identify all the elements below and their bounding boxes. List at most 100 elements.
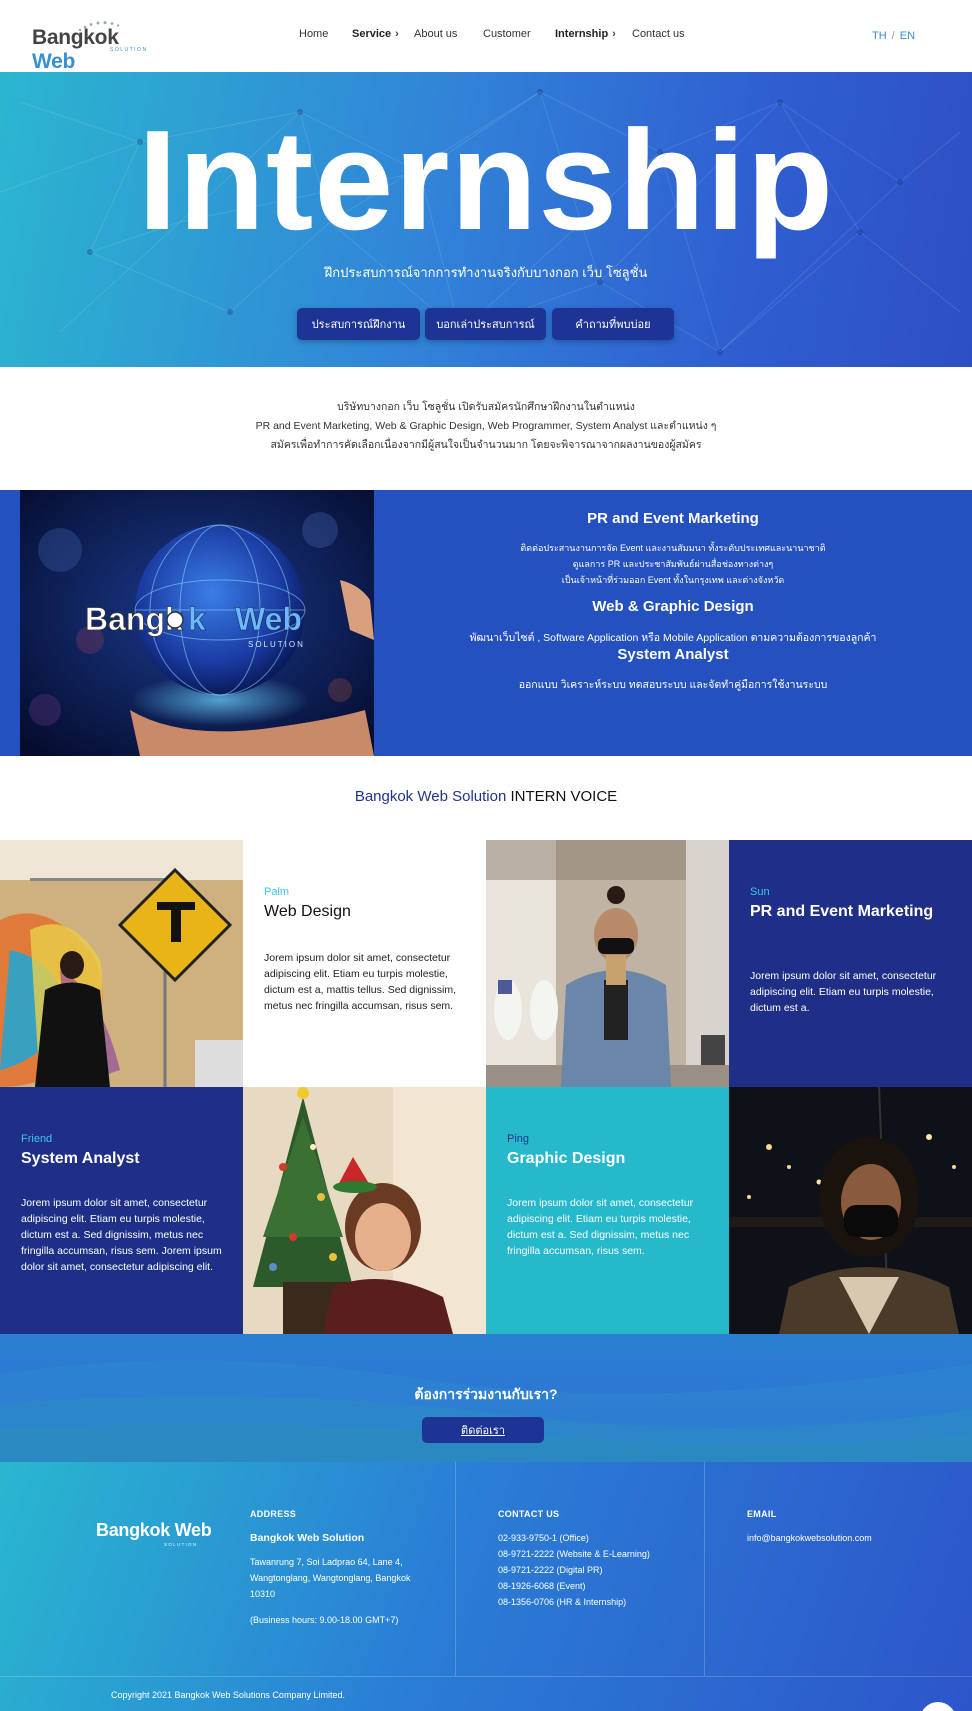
intro-text: บริษัทบางกอก เว็บ โซลูชั่น เปิดรับสมัครน… — [0, 398, 972, 455]
svg-text:SOLUTION: SOLUTION — [248, 640, 305, 649]
logo-web-text: Web — [32, 50, 76, 73]
positions-section: Bangk k Web SOLUTION PR and Event Market… — [0, 490, 972, 756]
footer-logo[interactable]: Bangkok Web SOLUTION — [96, 1520, 212, 1547]
chat-bubble-icon[interactable] — [920, 1702, 956, 1711]
intern-photo-friend — [243, 1087, 486, 1334]
position-title-pr: PR and Event Marketing — [587, 510, 759, 527]
logo-subtext: SOLUTION — [110, 47, 148, 53]
chevron-right-icon: › — [612, 28, 616, 40]
site-footer: Bangkok Web SOLUTION ADDRESS Bangkok Web… — [0, 1462, 972, 1711]
intern-quote: Jorem ipsum dolor sit amet, consectetur … — [750, 970, 937, 1014]
position-desc-pr: ติดต่อประสานงานการจัด Event และงานสัมมนา… — [374, 540, 972, 588]
phone-link[interactable]: 02-933-9750-1 (Office) — [498, 1530, 650, 1546]
intro-line: บริษัทบางกอก เว็บ โซลูชั่น เปิดรับสมัครน… — [337, 401, 635, 413]
intern-card-ping: Ping Graphic Design Jorem ipsum dolor si… — [486, 1087, 729, 1334]
email-link[interactable]: info@bangkokwebsolution.com — [747, 1530, 872, 1546]
phone-link[interactable]: 08-1356-0706 (HR & Internship) — [498, 1594, 650, 1610]
nav-label: Internship — [555, 28, 609, 40]
svg-text:k: k — [188, 601, 206, 637]
nav-label: Contact us — [632, 28, 685, 40]
email-heading: EMAIL — [747, 1509, 777, 1519]
intern-voice-title: Bangkok Web Solution INTERN VOICE — [0, 788, 972, 805]
intern-name: Sun — [750, 886, 770, 898]
nav-home[interactable]: Home — [299, 28, 328, 40]
voice-title-brand: Bangkok Web Solution — [354, 788, 507, 805]
intern-role: Web Design — [264, 903, 351, 920]
intern-photo-ping — [729, 1087, 972, 1334]
hero-banner: Internship ฝึกประสบการณ์จากการทำงานจริงก… — [0, 72, 972, 367]
intern-card-palm: Palm Web Design Jorem ipsum dolor sit am… — [243, 840, 486, 1087]
position-desc-sa: ออกแบบ วิเคราะห์ระบบ ทดสอบระบบ และจัดทำค… — [518, 679, 828, 691]
position-line: เป็นเจ้าหน้าที่ร่วมออก Event ทั้งในกรุงเ… — [561, 575, 785, 585]
phone-link[interactable]: 08-9721-2222 (Website & E-Learning) — [498, 1546, 650, 1562]
phone-link[interactable]: 08-1926-6068 (Event) — [498, 1578, 650, 1594]
footer-divider — [455, 1462, 456, 1676]
intern-quote: Jorem ipsum dolor sit amet, consectetur … — [264, 952, 456, 1012]
intern-card-sun: Sun PR and Event Marketing Jorem ipsum d… — [729, 840, 972, 1087]
intern-quote: Jorem ipsum dolor sit amet, consectetur … — [507, 1197, 694, 1257]
intern-role: System Analyst — [21, 1150, 140, 1167]
testimonial-button[interactable]: บอกเล่าประสบการณ์ — [425, 308, 546, 340]
language-switcher: TH / EN — [872, 30, 915, 42]
footer-email: EMAIL info@bangkokwebsolution.com — [747, 1506, 872, 1546]
address-line: 10310 — [250, 1589, 276, 1599]
copyright-text: Copyright 2021 Bangkok Web Solutions Com… — [111, 1690, 345, 1700]
intern-role: Graphic Design — [507, 1150, 626, 1167]
nav-label: About us — [414, 28, 458, 40]
svg-text:Web: Web — [235, 601, 302, 637]
globe-hand-image: Bangk k Web SOLUTION — [20, 490, 374, 756]
footer-divider — [704, 1462, 705, 1676]
lang-separator: / — [891, 30, 895, 42]
logo-main-text: Bangkok — [96, 1520, 170, 1540]
experience-button[interactable]: ประสบการณ์ฝึกงาน — [297, 308, 420, 340]
intro-line: สมัครเพื่อทำการคัดเลือกเนื่องจากมีผู้สนใ… — [270, 439, 702, 451]
top-navbar: Bangkok Web SOLUTION Home Service › About… — [0, 0, 972, 73]
position-title-web: Web & Graphic Design — [592, 598, 754, 615]
address-line: Wangtonglang, Wangtonglang, Bangkok — [250, 1573, 411, 1583]
intern-role: PR and Event Marketing — [750, 903, 934, 920]
logo-web-text: Web — [174, 1520, 212, 1540]
intern-card-friend: Friend System Analyst Jorem ipsum dolor … — [0, 1087, 243, 1334]
footer-logo-subtext: SOLUTION — [164, 1542, 198, 1547]
position-title-sa: System Analyst — [617, 646, 729, 663]
lang-th[interactable]: TH — [872, 30, 887, 42]
position-line: ติดต่อประสานงานการจัด Event และงานสัมมนา… — [520, 543, 826, 553]
nav-about[interactable]: About us — [414, 28, 457, 40]
position-desc-web: พัฒนาเว็บไซต์ , Software Application หรื… — [469, 632, 877, 644]
contact-us-button[interactable]: ติดต่อเรา — [422, 1417, 544, 1443]
intern-photo-palm — [0, 840, 243, 1087]
hero-subtitle: ฝึกประสบการณ์จากการทำงานจริงกับบางกอก เว… — [324, 265, 648, 280]
phone-link[interactable]: 08-9721-2222 (Digital PR) — [498, 1562, 650, 1578]
position-line: ดูแลการ PR และประชาสัมพันธ์ผ่านสื่อช่องท… — [572, 559, 774, 569]
nav-label: Home — [299, 28, 329, 40]
business-hours: (Business hours: 9.00-18.00 GMT+7) — [250, 1615, 399, 1625]
nav-customer[interactable]: Customer — [483, 28, 531, 40]
footer-divider — [0, 1676, 972, 1677]
address-heading: ADDRESS — [250, 1509, 297, 1519]
hero-title: Internship — [137, 101, 835, 260]
nav-internship[interactable]: Internship › — [555, 28, 616, 40]
faq-button[interactable]: คำถามที่พบบ่อย — [552, 308, 674, 340]
nav-label: Service — [352, 28, 392, 40]
cta-title: ต้องการร่วมงานกับเรา? — [414, 1386, 558, 1402]
intern-quote: Jorem ipsum dolor sit amet, consectetur … — [21, 1197, 222, 1273]
footer-address: ADDRESS Bangkok Web Solution Tawanrung 7… — [250, 1506, 440, 1628]
intern-name: Ping — [507, 1133, 530, 1145]
contact-heading: CONTACT US — [498, 1509, 560, 1519]
intern-name: Friend — [21, 1133, 53, 1145]
intern-photo-sun — [486, 840, 729, 1087]
nav-service[interactable]: Service › — [352, 28, 399, 40]
logo-main-text: Bangkok — [32, 26, 119, 49]
footer-logo-wordmark: Bangkok Web — [96, 1520, 212, 1541]
lang-en[interactable]: EN — [900, 30, 915, 42]
brand-logo[interactable]: Bangkok Web SOLUTION — [32, 20, 152, 73]
positions-list: PR and Event Marketing ติดต่อประสานงานกา… — [374, 490, 972, 756]
company-name: Bangkok Web Solution — [250, 1532, 365, 1544]
chevron-right-icon: › — [395, 28, 399, 40]
footer-contact: CONTACT US 02-933-9750-1 (Office) 08-972… — [498, 1506, 650, 1610]
intro-line: PR and Event Marketing, Web & Graphic De… — [255, 420, 717, 432]
address-line: Tawanrung 7, Soi Ladprao 64, Lane 4, — [250, 1557, 403, 1567]
intern-name: Palm — [264, 886, 290, 898]
nav-label: Customer — [483, 28, 531, 40]
nav-contact[interactable]: Contact us — [632, 28, 685, 40]
